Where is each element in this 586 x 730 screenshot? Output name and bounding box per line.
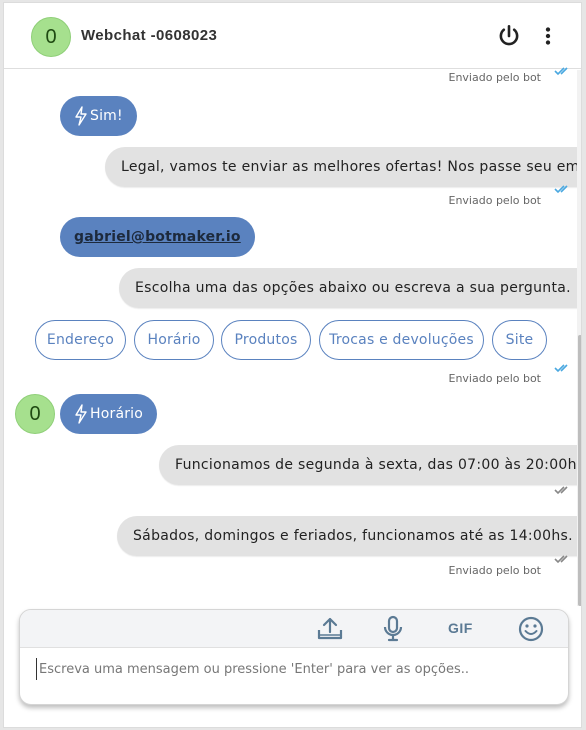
option-chip-endereco[interactable]: Endereço <box>35 320 126 360</box>
double-check-icon <box>554 184 572 194</box>
upload-icon <box>317 617 343 640</box>
message-list[interactable]: Enviado pelo bot Sim! Legal, vamos te en… <box>4 67 581 606</box>
contact-avatar: 0 <box>31 17 71 57</box>
lightning-bolt-icon <box>74 404 88 424</box>
option-chip-trocas[interactable]: Trocas e devoluções <box>319 320 484 360</box>
more-vertical-icon <box>545 27 551 45</box>
power-icon <box>499 24 519 46</box>
gif-button[interactable]: GIF <box>448 620 473 636</box>
chat-header: 0 Webchat -0608023 <box>4 3 581 69</box>
option-chip-horario[interactable]: Horário <box>134 320 214 360</box>
user-message: Horário <box>60 394 158 434</box>
option-chip-produtos[interactable]: Produtos <box>221 320 311 360</box>
webchat-widget: 0 Webchat -0608023 Enviado pelo bot Sim! <box>3 2 582 728</box>
option-chip-site[interactable]: Site <box>492 320 547 360</box>
message-meta: Enviado pelo bot <box>448 564 542 577</box>
double-check-icon <box>554 485 572 495</box>
user-message: gabriel@botmaker.io <box>60 217 255 257</box>
message-composer: GIF <box>19 609 569 705</box>
bot-message: Escolha uma das opções abaixo ou escreva… <box>119 268 581 308</box>
user-avatar: 0 <box>15 394 55 434</box>
emoji-icon <box>518 616 544 642</box>
emoji-button[interactable] <box>517 615 545 643</box>
bot-message: Sábados, domingos e feriados, funcionamo… <box>117 516 581 556</box>
composer-toolbar: GIF <box>20 610 568 648</box>
bot-message: Legal, vamos te enviar as melhores ofert… <box>105 147 581 187</box>
power-button[interactable] <box>496 23 522 49</box>
message-meta: Enviado pelo bot <box>448 194 542 207</box>
microphone-button[interactable] <box>382 615 404 643</box>
lightning-bolt-icon <box>74 106 88 126</box>
message-meta: Enviado pelo bot <box>448 71 542 84</box>
upload-button[interactable] <box>316 615 344 643</box>
chat-title: Webchat -0608023 <box>81 27 218 44</box>
user-message: Sim! <box>60 96 137 136</box>
bot-message: Funcionamos de segunda à sexta, das 07:0… <box>159 445 581 485</box>
double-check-icon <box>554 363 572 373</box>
double-check-icon <box>554 66 572 76</box>
more-options-button[interactable] <box>535 23 561 49</box>
microphone-icon <box>383 615 403 642</box>
double-check-icon <box>554 554 572 564</box>
email-link[interactable]: gabriel@botmaker.io <box>74 229 241 245</box>
scrollbar-thumb[interactable] <box>578 335 581 606</box>
message-input[interactable] <box>36 658 556 680</box>
message-meta: Enviado pelo bot <box>448 372 542 385</box>
